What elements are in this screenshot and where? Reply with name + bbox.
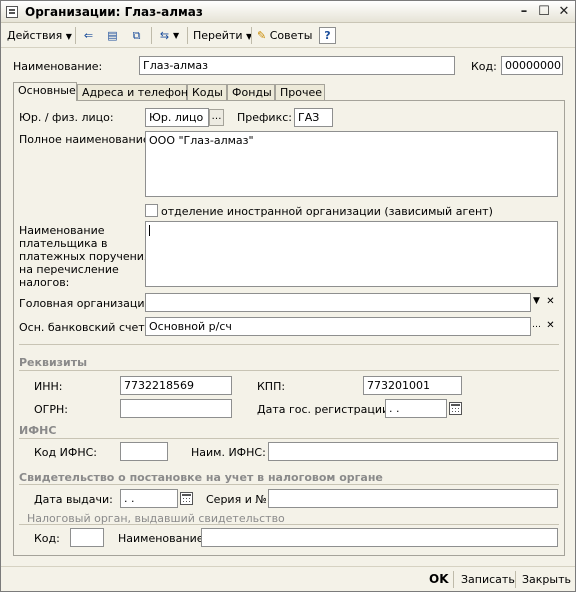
goto-label: Перейти bbox=[193, 29, 243, 42]
prefix-input[interactable]: ГАЗ bbox=[294, 108, 333, 127]
divider bbox=[19, 484, 559, 485]
select-button[interactable]: … bbox=[530, 317, 543, 334]
organization-window: Организации: Глаз-алмаз – ☐ ✕ Действия ▼… bbox=[0, 0, 576, 592]
maximize-button[interactable]: ☐ bbox=[536, 4, 552, 20]
chevron-down-icon: ▼ bbox=[65, 32, 72, 41]
issue-date-label: Дата выдачи: bbox=[34, 493, 113, 506]
ifns-code-input[interactable] bbox=[120, 442, 168, 461]
clear-icon[interactable]: ✕ bbox=[544, 293, 557, 310]
payer-name-label-line: налогов: bbox=[19, 276, 70, 289]
footer-bar: OK Записать Закрыть bbox=[1, 566, 575, 591]
issuer-name-input[interactable] bbox=[201, 528, 558, 547]
issuer-code-input[interactable] bbox=[70, 528, 104, 547]
title-bar: Организации: Глаз-алмаз – ☐ ✕ bbox=[1, 1, 575, 23]
payer-name-label: Наименование плательщика в платежных пор… bbox=[19, 224, 157, 289]
series-label: Серия и №: bbox=[206, 493, 271, 506]
toolbar-divider bbox=[187, 27, 188, 44]
ogrn-input[interactable] bbox=[120, 399, 232, 418]
issuer-name-label: Наименование: bbox=[118, 532, 208, 545]
tips-label: Советы bbox=[269, 29, 313, 42]
name-input[interactable]: Глаз-алмаз bbox=[139, 56, 455, 75]
ifns-section-title: ИФНС bbox=[19, 424, 57, 437]
calendar-icon[interactable] bbox=[180, 492, 193, 505]
toolbar: Действия ▼ ⇐ ▤ ⧉ ⇆ ▼ Перейти ▼ ✎ Советы … bbox=[1, 23, 575, 48]
lightbulb-icon: ✎ bbox=[257, 29, 267, 42]
copy-icon[interactable]: ⧉ bbox=[128, 27, 145, 44]
head-org-label: Головная организация: bbox=[19, 297, 155, 310]
footer-divider bbox=[453, 571, 454, 588]
kpp-label: КПП: bbox=[257, 380, 286, 393]
ogrn-label: ОГРН: bbox=[34, 403, 68, 416]
payer-name-label-line: плательщика в bbox=[19, 237, 108, 250]
divider bbox=[19, 344, 559, 345]
clear-icon[interactable]: ✕ bbox=[544, 317, 557, 334]
reg-date-input[interactable]: . . bbox=[385, 399, 447, 418]
reg-date-label: Дата гос. регистрации: bbox=[257, 403, 393, 416]
help-icon[interactable]: ? bbox=[319, 27, 336, 44]
back-arrow-icon[interactable]: ⇐ bbox=[80, 27, 97, 44]
print-form-icon[interactable]: ▤ bbox=[104, 27, 121, 44]
text-cursor bbox=[149, 225, 150, 236]
ifns-name-input[interactable] bbox=[268, 442, 558, 461]
form-icon bbox=[6, 6, 18, 18]
tab-addresses[interactable]: Адреса и телефоны bbox=[77, 84, 197, 101]
chevron-down-icon[interactable]: ▼ bbox=[173, 26, 179, 45]
issue-date-input[interactable]: . . bbox=[120, 489, 178, 508]
foreign-branch-label: отделение иностранной организации (завис… bbox=[161, 205, 493, 218]
bank-account-label: Осн. банковский счет: bbox=[19, 321, 149, 334]
save-button[interactable]: Записать bbox=[461, 571, 515, 588]
head-org-input[interactable] bbox=[145, 293, 531, 312]
bank-account-input[interactable]: Основной р/сч bbox=[145, 317, 531, 336]
toolbar-divider bbox=[251, 27, 252, 44]
ok-button[interactable]: OK bbox=[429, 571, 449, 588]
code-input[interactable]: 000000001 bbox=[501, 56, 563, 75]
tab-codes[interactable]: Коды bbox=[187, 84, 227, 101]
minimize-button[interactable]: – bbox=[516, 4, 532, 20]
payer-name-label-line: на перечисление bbox=[19, 263, 119, 276]
code-label: Код: bbox=[471, 60, 497, 73]
payer-name-label-line: Наименование bbox=[19, 224, 105, 237]
full-name-textarea[interactable]: ООО "Глаз-алмаз" bbox=[145, 131, 558, 197]
legal-type-input[interactable]: Юр. лицо bbox=[145, 108, 209, 127]
close-button[interactable]: Закрыть bbox=[522, 571, 571, 588]
footer-divider bbox=[515, 571, 516, 588]
ifns-code-label: Код ИФНС: bbox=[34, 446, 97, 459]
goto-menu[interactable]: Перейти ▼ bbox=[193, 26, 252, 45]
close-window-button[interactable]: ✕ bbox=[556, 4, 572, 20]
foreign-branch-checkbox[interactable] bbox=[145, 204, 158, 217]
requisites-section-title: Реквизиты bbox=[19, 356, 88, 369]
window-title: Организации: Глаз-алмаз bbox=[25, 5, 203, 19]
toolbar-divider bbox=[75, 27, 76, 44]
tab-other[interactable]: Прочее bbox=[275, 84, 325, 101]
tab-main[interactable]: Основные bbox=[13, 82, 77, 101]
tab-funds[interactable]: Фонды bbox=[227, 84, 275, 101]
calendar-icon[interactable] bbox=[449, 402, 462, 415]
actions-label: Действия bbox=[7, 29, 63, 42]
name-label: Наименование: bbox=[13, 60, 103, 73]
divider bbox=[19, 524, 559, 525]
legal-type-label: Юр. / физ. лицо: bbox=[19, 111, 114, 124]
toolbar-divider bbox=[151, 27, 152, 44]
payer-name-textarea[interactable] bbox=[145, 221, 558, 287]
inn-label: ИНН: bbox=[34, 380, 63, 393]
tips-button[interactable]: ✎ Советы bbox=[257, 26, 312, 45]
kpp-input[interactable]: 773201001 bbox=[363, 376, 462, 395]
full-name-label: Полное наименование: bbox=[19, 133, 154, 146]
based-on-icon[interactable]: ⇆ bbox=[156, 27, 173, 44]
inn-input[interactable]: 7732218569 bbox=[120, 376, 232, 395]
certificate-section-title: Свидетельство о постановке на учет в нал… bbox=[19, 471, 383, 484]
actions-menu[interactable]: Действия ▼ bbox=[7, 26, 72, 45]
payer-name-label-line: платежных поручениях bbox=[19, 250, 158, 263]
divider bbox=[19, 370, 559, 371]
dropdown-arrow-icon[interactable]: ▼ bbox=[530, 293, 543, 310]
issuer-code-label: Код: bbox=[34, 532, 60, 545]
prefix-label: Префикс: bbox=[237, 111, 292, 124]
divider bbox=[19, 438, 559, 439]
ifns-name-label: Наим. ИФНС: bbox=[191, 446, 266, 459]
series-input[interactable] bbox=[268, 489, 558, 508]
select-button[interactable]: … bbox=[209, 109, 224, 126]
